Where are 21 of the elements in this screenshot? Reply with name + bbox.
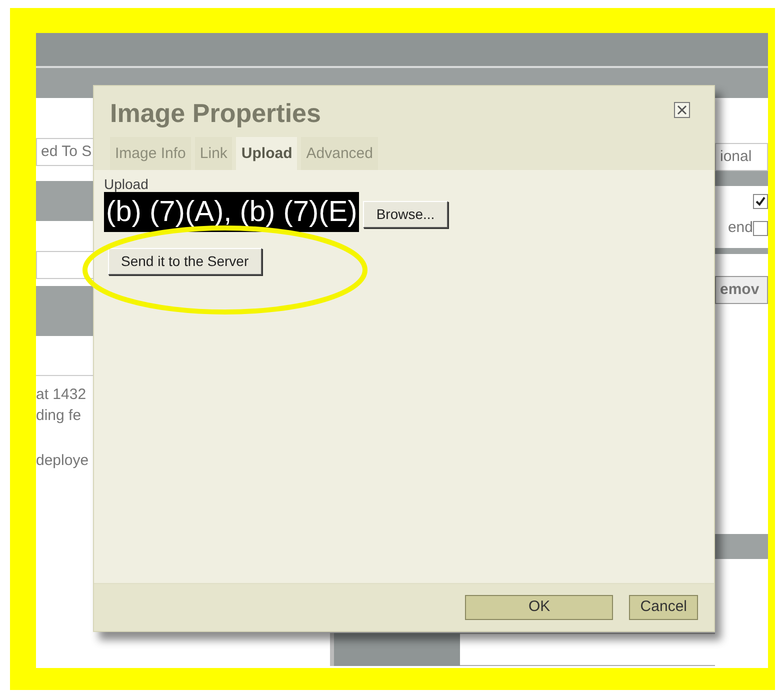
checkbox[interactable] <box>753 194 768 209</box>
upload-label: Upload <box>104 176 150 192</box>
tab[interactable]: Upload <box>236 137 298 170</box>
text-line: ding fe <box>36 406 82 426</box>
checkbox-label: end <box>728 218 753 238</box>
checkbox[interactable] <box>753 220 768 236</box>
send-button[interactable]: Send it to the Server <box>108 248 262 274</box>
text-line: at 1432 <box>36 385 88 405</box>
section-bar <box>715 248 768 254</box>
cancel-button[interactable]: Cancel <box>629 595 698 620</box>
text-line: deploye <box>36 451 90 471</box>
value-field[interactable] <box>460 633 715 666</box>
redaction-label: (b) (7)(A), (b) (7)(E) <box>104 192 360 232</box>
close-icon[interactable] <box>674 102 690 118</box>
text-field[interactable]: ional <box>715 143 768 171</box>
dialog-title: Image Properties <box>110 97 321 130</box>
ok-button[interactable]: OK <box>465 595 614 620</box>
section-bar <box>715 171 768 186</box>
remove-button[interactable]: emov <box>715 276 768 304</box>
browse-button[interactable]: Browse... <box>363 200 448 228</box>
section-bar <box>715 534 768 558</box>
